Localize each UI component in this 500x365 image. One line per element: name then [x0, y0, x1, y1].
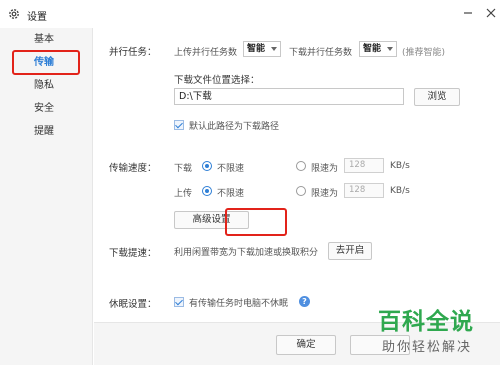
title-bar: 设置 [0, 0, 500, 28]
highlight-box-boost [225, 208, 287, 236]
upload-limit-input[interactable]: 128 [344, 183, 384, 198]
sidebar-item-security[interactable]: 安全 [0, 99, 93, 119]
sleep-label: 休眠设置： [109, 299, 157, 310]
parallel-hint: (推荐智能) [402, 48, 446, 58]
download-parallel-select[interactable]: 智能 [359, 41, 397, 57]
download-unlimited-radio[interactable] [202, 161, 212, 171]
download-limit-input[interactable]: 128 [344, 158, 384, 173]
upload-limit-unit: KB/s [390, 186, 410, 196]
upload-limit-label: 限速为 [311, 189, 339, 199]
no-sleep-label: 有传输任务时电脑不休眠 [189, 299, 289, 309]
chevron-down-icon [387, 47, 393, 51]
watermark-title: 百科全说 [378, 309, 474, 335]
help-icon[interactable]: ? [299, 296, 310, 307]
sidebar-item-basic[interactable]: 基本 [0, 30, 93, 50]
default-path-label: 默认此路径为下载路径 [189, 122, 280, 132]
browse-button[interactable]: 浏览 [414, 88, 460, 106]
boost-label: 下载提速： [109, 248, 157, 259]
enable-boost-button[interactable]: 去开启 [328, 242, 372, 260]
boost-description: 利用闲置带宽为下载加速或换取积分 [174, 248, 319, 258]
upload-parallel-label: 上传并行任务数 [174, 48, 238, 58]
download-limit-unit: KB/s [390, 161, 410, 171]
download-parallel-value: 智能 [363, 44, 382, 54]
parallel-label: 并行任务： [109, 47, 157, 58]
window-title: 设置 [27, 12, 47, 23]
download-path-input[interactable]: D:\下载 [174, 88, 404, 105]
sidebar-item-reminder[interactable]: 提醒 [0, 122, 93, 142]
minimize-icon[interactable] [461, 6, 475, 20]
download-unlimited-label: 不限速 [217, 164, 245, 174]
download-location-label: 下载文件位置选择： [174, 75, 260, 86]
sidebar: 基本 传输 隐私 安全 提醒 [0, 28, 93, 365]
close-icon[interactable] [484, 6, 498, 20]
speed-label: 传输速度： [109, 163, 157, 174]
watermark-logo: 百科全说 助你轻松解决 [368, 300, 498, 362]
highlight-box-transfer [12, 50, 80, 75]
download-parallel-label: 下载并行任务数 [289, 48, 353, 58]
download-speed-label: 下载 [174, 164, 193, 174]
gear-icon [9, 9, 19, 19]
sidebar-item-privacy[interactable]: 隐私 [0, 76, 93, 96]
upload-limit-radio[interactable] [296, 186, 306, 196]
download-limit-label: 限速为 [311, 164, 339, 174]
upload-parallel-select[interactable]: 智能 [243, 41, 281, 57]
upload-speed-label: 上传 [174, 189, 193, 199]
watermark-subtitle: 助你轻松解决 [382, 340, 473, 355]
ok-button[interactable]: 确定 [276, 335, 336, 355]
chevron-down-icon [271, 47, 277, 51]
upload-unlimited-label: 不限速 [217, 189, 245, 199]
upload-parallel-value: 智能 [247, 44, 266, 54]
download-limit-radio[interactable] [296, 161, 306, 171]
default-path-checkbox[interactable] [174, 120, 184, 130]
download-path-value: D:\下载 [179, 91, 212, 102]
upload-unlimited-radio[interactable] [202, 186, 212, 196]
no-sleep-checkbox[interactable] [174, 297, 184, 307]
